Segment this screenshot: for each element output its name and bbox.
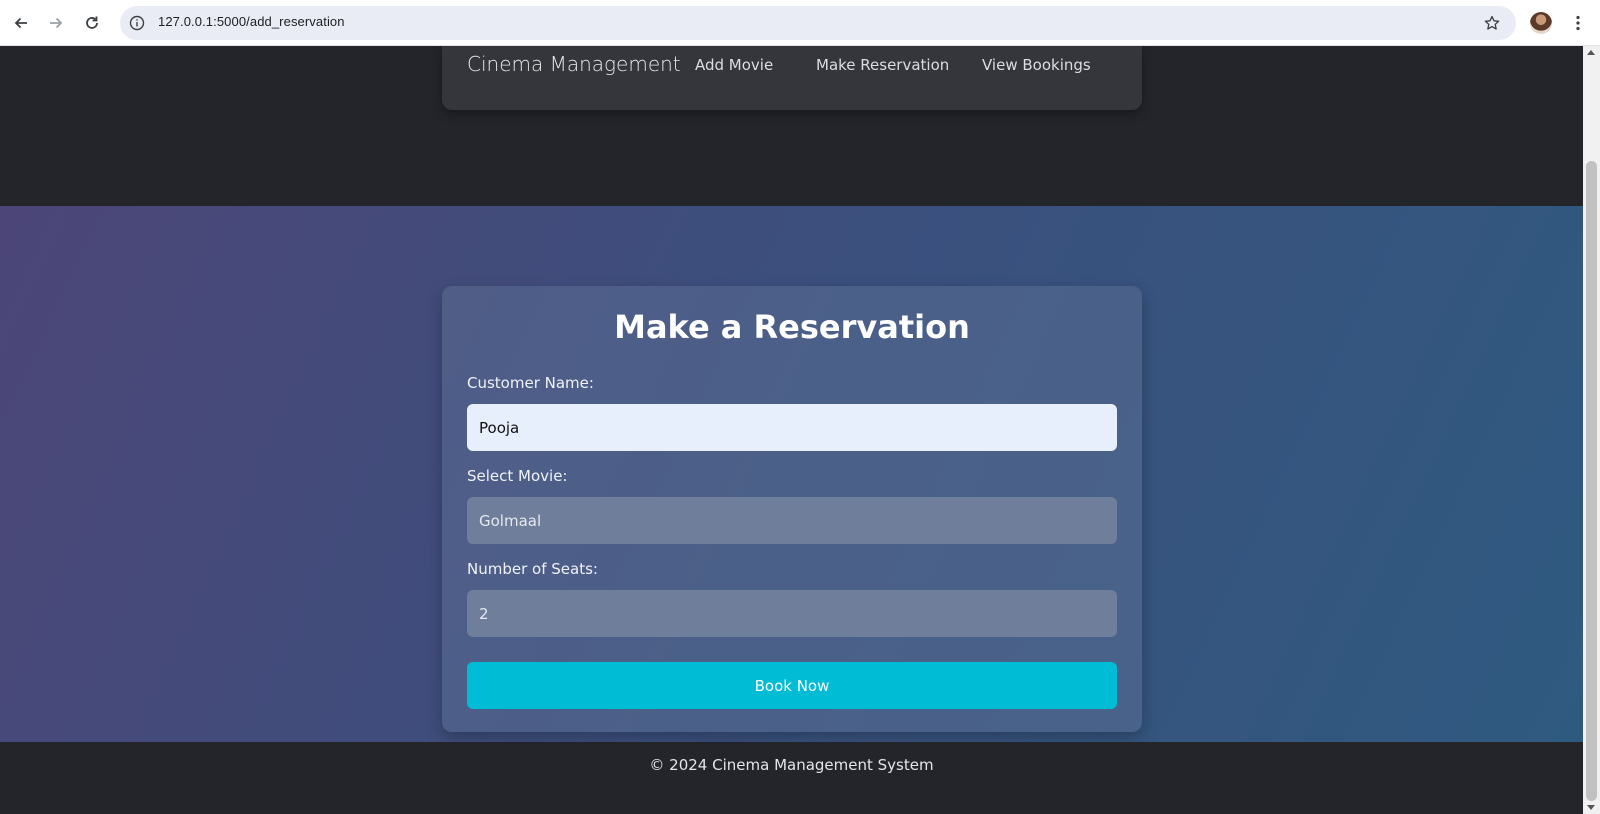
- page-viewport: Cinema Management Add Movie Make Reserva…: [0, 46, 1583, 814]
- scroll-down-arrow-icon[interactable]: [1587, 805, 1595, 810]
- nav-link-add-movie[interactable]: Add Movie: [695, 56, 773, 74]
- customer-name-input[interactable]: Pooja: [467, 404, 1117, 451]
- form-title: Make a Reservation: [614, 308, 970, 346]
- star-icon[interactable]: [1482, 13, 1502, 33]
- kebab-menu-icon[interactable]: [1568, 12, 1588, 34]
- info-icon[interactable]: [127, 13, 147, 33]
- reservation-form-card: Make a Reservation Customer Name: Pooja …: [442, 286, 1142, 732]
- seats-value: 2: [479, 604, 489, 623]
- url-text[interactable]: 127.0.0.1:5000/add_reservation: [158, 14, 345, 29]
- customer-name-label: Customer Name:: [467, 374, 594, 392]
- page-scrollbar[interactable]: [1583, 46, 1600, 814]
- forward-arrow-icon[interactable]: [43, 10, 69, 36]
- main-section: Make a Reservation Customer Name: Pooja …: [0, 206, 1583, 742]
- seats-input[interactable]: 2: [467, 590, 1117, 637]
- top-navbar: Cinema Management Add Movie Make Reserva…: [442, 46, 1142, 110]
- reload-icon[interactable]: [79, 10, 105, 36]
- address-bar[interactable]: 127.0.0.1:5000/add_reservation: [120, 6, 1516, 40]
- book-now-button[interactable]: Book Now: [467, 662, 1117, 709]
- movie-select-value: Golmaal: [479, 511, 542, 530]
- scroll-up-arrow-icon[interactable]: [1587, 50, 1595, 55]
- footer-copyright: © 2024 Cinema Management System: [649, 756, 934, 774]
- movie-select[interactable]: Golmaal: [467, 497, 1117, 544]
- movie-select-label: Select Movie:: [467, 467, 568, 485]
- scrollbar-thumb[interactable]: [1586, 161, 1597, 801]
- customer-name-value: Pooja: [479, 418, 520, 437]
- seats-label: Number of Seats:: [467, 560, 598, 578]
- page-footer: © 2024 Cinema Management System: [0, 742, 1583, 814]
- back-arrow-icon[interactable]: [8, 10, 34, 36]
- brand-link[interactable]: Cinema Management: [467, 52, 681, 76]
- nav-link-make-reservation[interactable]: Make Reservation: [816, 56, 949, 74]
- nav-link-view-bookings[interactable]: View Bookings: [982, 56, 1091, 74]
- header-band: Cinema Management Add Movie Make Reserva…: [0, 46, 1583, 206]
- profile-avatar[interactable]: [1530, 12, 1552, 34]
- browser-toolbar: 127.0.0.1:5000/add_reservation: [0, 0, 1600, 46]
